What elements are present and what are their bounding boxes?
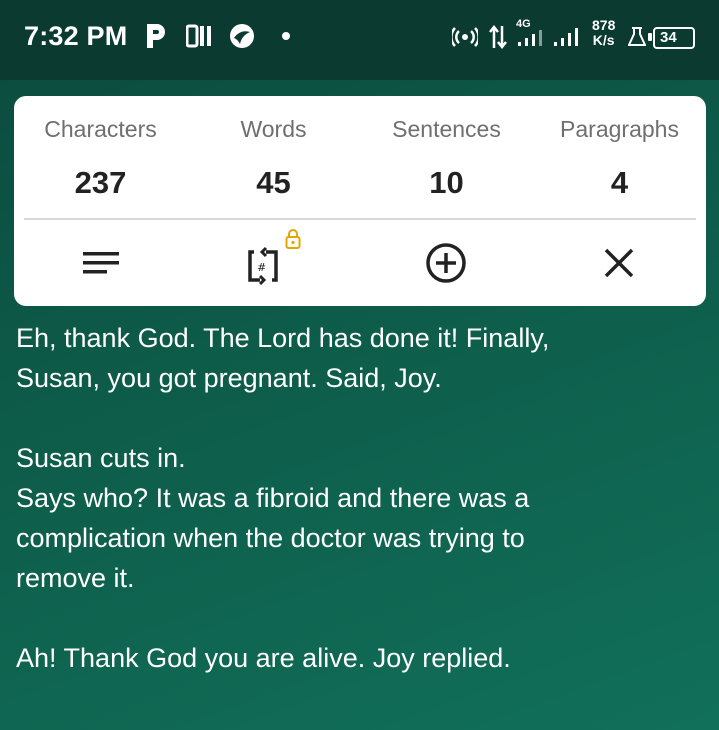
battery-tip — [648, 33, 652, 41]
stat-value: 10 — [429, 165, 464, 200]
align-button[interactable] — [76, 238, 126, 288]
text-line: Ah! Thank God you are alive. Joy replied… — [16, 643, 511, 673]
status-bar: 7:32 PM 4G 878 K/s 34 — [0, 0, 719, 80]
stat-value: 45 — [256, 165, 291, 200]
text-line: remove it. — [16, 563, 135, 593]
flask-icon — [628, 27, 646, 46]
text-line: Susan cuts in. — [16, 443, 186, 473]
text-line: complication when the doctor was trying … — [16, 523, 525, 553]
signal-4g-icon — [518, 30, 542, 46]
stat-label: Sentences — [392, 116, 501, 142]
stat-value: 4 — [610, 165, 629, 200]
add-button[interactable] — [421, 238, 471, 288]
status-time: 7:32 PM — [24, 21, 128, 51]
close-button[interactable] — [594, 238, 644, 288]
text-line: Says who? It was a fibroid and there was… — [16, 483, 530, 513]
text-content[interactable]: Eh, thank God. The Lord has done it! Fin… — [16, 318, 696, 678]
text-line — [16, 398, 696, 438]
panel-divider — [24, 218, 696, 220]
signal-icon — [554, 28, 578, 46]
stat-characters: Characters 237 — [14, 116, 187, 201]
stat-words: Words 45 — [187, 116, 360, 201]
battery-indicator: 34 — [653, 27, 695, 49]
stat-sentences: Sentences 10 — [360, 116, 533, 201]
pdf-app-icon — [186, 24, 211, 48]
network-speed: 878 K/s — [592, 18, 615, 48]
convert-numbers-button[interactable]: # — [240, 229, 310, 288]
more-notifications-dot — [282, 32, 290, 40]
text-stats-panel: Characters 237 Words 45 Sentences 10 Par… — [14, 96, 706, 306]
hotspot-icon — [452, 27, 478, 47]
data-transfer-icon — [489, 24, 507, 50]
svg-text:#: # — [257, 261, 266, 274]
stat-label: Characters — [44, 116, 157, 142]
stat-label: Words — [240, 116, 307, 142]
lock-icon — [285, 229, 301, 249]
text-line: Eh, thank God. The Lord has done it! Fin… — [16, 323, 550, 353]
add-circle-icon — [426, 243, 466, 283]
network-speed-value: 878 — [592, 17, 616, 33]
parking-app-icon — [147, 24, 165, 48]
bird-app-icon — [230, 24, 254, 48]
network-speed-unit: K/s — [592, 32, 615, 48]
stat-paragraphs: Paragraphs 4 — [533, 116, 706, 201]
text-align-icon — [83, 252, 119, 274]
text-line — [16, 598, 696, 638]
stat-label: Paragraphs — [560, 116, 679, 142]
close-icon — [604, 248, 634, 278]
stat-value: 237 — [74, 165, 127, 200]
text-line: Susan, you got pregnant. Said, Joy. — [16, 363, 442, 393]
